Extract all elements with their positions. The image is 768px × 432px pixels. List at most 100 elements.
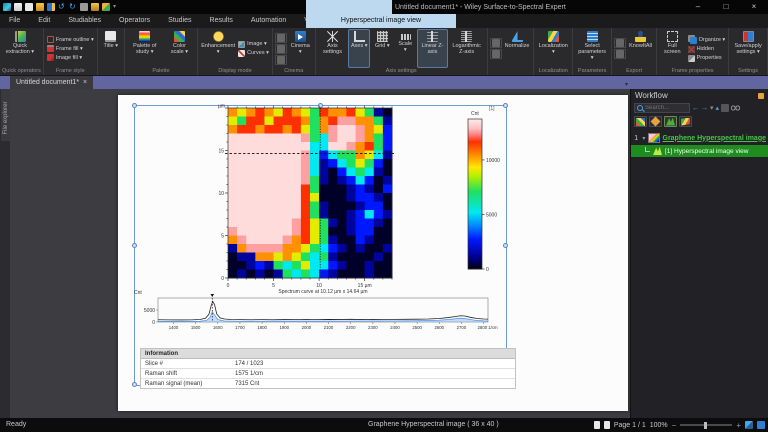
ribbon-group-label: Settings [731,68,765,75]
workflow-search[interactable] [634,103,690,113]
grid-button[interactable]: Grid ▾ [371,29,393,68]
open-folder-icon[interactable] [36,3,44,11]
expand-up-icon[interactable]: ▴ [716,104,720,113]
hyperspectral-image[interactable] [214,103,410,289]
full-screen-button[interactable]: Full screen [659,29,686,68]
page: [1] InformationSlice #174 / 1023Raman sh… [118,95,628,411]
selection-handle[interactable] [132,103,137,108]
mini-check-button[interactable] [490,49,502,59]
organize-button[interactable]: Organize ▾ [687,35,727,44]
close-icon[interactable]: × [83,79,87,86]
link-frames-icon[interactable] [731,105,740,111]
menu-file[interactable]: File [0,14,29,28]
filter-operator-button[interactable] [649,116,662,127]
linear-z-axis-button[interactable]: Linear Z-axis [417,29,447,68]
frame-outline-button[interactable]: Frame outline ▾ [46,36,95,44]
arrow-button[interactable] [275,55,287,65]
export-img-icon [616,50,624,58]
image-button[interactable]: Image ▾ [237,40,270,48]
maximize-button[interactable]: □ [712,0,740,14]
workflow-study-row[interactable]: 1▾Graphene Hyperspectral image [631,131,768,145]
ribbon-group: Title ▾ [98,28,125,75]
save-apply-icon [743,31,754,42]
menu-automation[interactable]: Automation [242,14,295,28]
mini-image-button[interactable] [490,38,502,48]
color-tool-icon[interactable] [102,3,110,11]
hidden-button[interactable]: Hidden [687,45,727,53]
hidden-icon [688,46,695,53]
normalize-button[interactable]: Normalize [503,29,532,68]
export-doc-button[interactable] [614,38,626,48]
palette-of-study-button[interactable]: Palette of study ▾ [127,29,163,68]
logarithmic-z-axis-button[interactable]: Logarithmic Z-axis [449,29,485,68]
ribbon-tab-hyperspectral-image-view[interactable]: Hyperspectral image view [306,14,456,28]
page-layout-icon[interactable] [594,421,600,429]
knowitall-button[interactable]: KnowItAll [627,29,654,68]
navigate-back-icon[interactable]: ← [692,104,699,113]
zoom-in-button[interactable]: + [736,421,741,430]
mountain-mini-icon [666,118,675,126]
fit-page-icon[interactable] [745,421,753,429]
document-tab[interactable]: Untitled document1* × [10,76,93,89]
navigate-forward-icon[interactable]: → [701,104,708,113]
minimize-button[interactable]: – [684,0,712,14]
scale-button[interactable]: Scale ▾ [394,29,416,68]
fit-width-icon[interactable] [757,421,765,429]
page-layout-2-icon[interactable] [604,421,610,429]
zoom-slider[interactable] [680,424,732,426]
enhancement-button[interactable]: Enhancement ▾ [200,29,236,68]
document-icon[interactable] [25,3,33,11]
collapse-all-icon[interactable]: ▾ [710,104,714,113]
frame-fill-button[interactable]: Frame fill ▾ [46,45,95,53]
quick-extraction-button[interactable]: Quick extraction ▾ [2,29,38,68]
select-parameters-button[interactable]: Select parameters ▾ [575,29,609,68]
search-input[interactable] [645,105,685,111]
image-icon [238,41,245,48]
filter-study-button[interactable] [664,116,677,127]
arrow-button[interactable] [275,33,287,43]
panel-pin-icon[interactable] [758,93,764,99]
print-icon[interactable] [80,3,88,11]
axes-button[interactable]: Axes ▾ [348,29,370,68]
properties-button[interactable]: Properties [687,54,727,62]
qat-customize-chevron-icon[interactable]: ▾ [113,3,121,11]
localization-button[interactable]: Localization ▾ [536,29,570,68]
cinema-button[interactable]: Cinema ▾ [288,29,313,68]
view-options-icon[interactable] [721,104,729,112]
selection-handle[interactable] [132,382,137,387]
filter-palette-button[interactable] [634,116,647,127]
zoom-slider-thumb[interactable] [704,422,707,429]
filter-map-button[interactable] [679,116,692,127]
workflow-view-row-selected[interactable]: [1] Hyperspectral image view [631,145,768,157]
menu-studiables[interactable]: Studiables [59,14,110,28]
color-scale-button[interactable]: Color scale ▾ [164,29,195,68]
save-icon[interactable] [47,3,55,11]
menu-operators[interactable]: Operators [110,14,159,28]
undo-icon[interactable]: ↺ [58,3,66,11]
spectrum-plot[interactable] [132,288,522,340]
workspace-folder-icon[interactable] [91,3,99,11]
file-explorer-tab[interactable]: File explorer [3,96,9,140]
ribbon-group-label: Axis settings [318,68,485,75]
menu-edit[interactable]: Edit [29,14,59,28]
close-button[interactable]: × [740,0,768,14]
study-label[interactable]: Graphene Hyperspectral image [663,135,767,142]
enhancement-icon [213,31,224,42]
expander-icon[interactable]: ▾ [642,135,645,142]
tab-list-chevron-icon[interactable]: ▾ [625,81,628,88]
axis-settings-button[interactable]: Axis settings [318,29,348,68]
arrow-button[interactable] [275,44,287,54]
selection-handle[interactable] [132,243,137,248]
title-button[interactable]: Title ▾ [100,29,122,68]
save-apply-settings-button[interactable]: Save/apply settings ▾ [731,29,765,68]
new-document-icon[interactable] [14,3,22,11]
image-fill-button[interactable]: Image fill ▾ [46,54,95,62]
zoom-out-button[interactable]: − [672,421,677,430]
ribbon-group-label: Palette [127,68,195,75]
menu-studies[interactable]: Studies [159,14,200,28]
file-explorer-strip: File explorer [0,89,10,418]
menu-results[interactable]: Results [201,14,242,28]
redo-icon[interactable]: ↻ [69,3,77,11]
export-img-button[interactable] [614,49,626,59]
curves-button[interactable]: Curves ▾ [237,49,270,57]
